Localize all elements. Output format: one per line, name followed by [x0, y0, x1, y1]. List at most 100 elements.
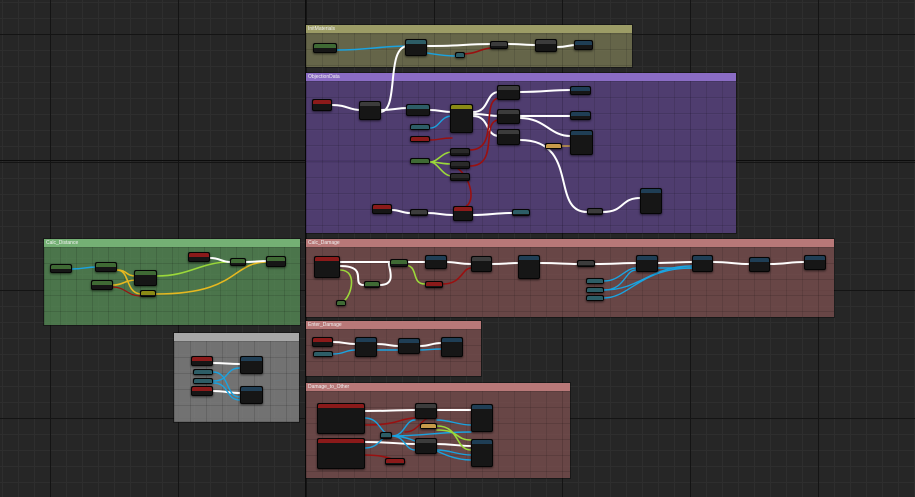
graph-node-function[interactable] — [91, 280, 113, 290]
wire-object — [332, 349, 356, 355]
wire-exec — [519, 117, 571, 137]
graph-node-event[interactable] — [314, 256, 340, 278]
graph-node-function[interactable] — [134, 270, 157, 286]
wire-exec — [491, 262, 519, 265]
graph-node-pure[interactable] — [230, 258, 246, 266]
graph-node-function[interactable] — [355, 337, 377, 357]
wire-object — [603, 267, 693, 299]
graph-node-pure[interactable] — [545, 143, 562, 149]
graph-node-function[interactable] — [749, 257, 770, 272]
wire-object — [336, 45, 409, 51]
wire-object — [429, 115, 453, 129]
graph-node-variable[interactable] — [313, 43, 337, 53]
wire-object — [419, 348, 442, 351]
graph-node-function[interactable] — [406, 104, 430, 116]
graph-node-function[interactable] — [240, 356, 263, 374]
graph-node-pure[interactable] — [390, 259, 408, 267]
graph-node-function[interactable] — [497, 85, 520, 100]
graph-node-event[interactable] — [191, 386, 213, 396]
graph-node-pure[interactable] — [450, 148, 470, 156]
graph-node-event[interactable] — [317, 438, 365, 469]
wire-object — [436, 449, 472, 456]
graph-node-function[interactable] — [453, 206, 473, 221]
graph-node-pure[interactable] — [450, 173, 470, 181]
graph-node-function[interactable] — [518, 255, 540, 279]
graph-node-function[interactable] — [425, 255, 447, 269]
graph-node-function[interactable] — [240, 386, 263, 404]
graph-node-event[interactable] — [312, 99, 332, 111]
wire-object — [391, 431, 472, 437]
graph-node-pure[interactable] — [455, 52, 465, 58]
graph-node-pure[interactable] — [364, 281, 380, 288]
wire-exec — [602, 197, 641, 213]
wire-exec — [472, 212, 513, 216]
graph-node-pure[interactable] — [512, 209, 530, 216]
graph-node-pure[interactable] — [410, 124, 430, 130]
graph-node-function[interactable] — [497, 109, 520, 124]
graph-node-event[interactable] — [188, 252, 210, 262]
graph-node-pure[interactable] — [385, 458, 405, 465]
graph-node-event[interactable] — [191, 356, 213, 366]
graph-node-pure[interactable] — [193, 369, 213, 375]
graph-node-pure[interactable] — [410, 136, 430, 142]
graph-node-pure[interactable] — [336, 300, 346, 306]
wire-float — [403, 264, 426, 285]
graph-node-pure[interactable] — [577, 260, 595, 267]
graph-node-pure[interactable] — [193, 378, 213, 384]
graph-node-function[interactable] — [415, 438, 437, 454]
graph-node-function[interactable] — [570, 86, 591, 95]
graph-node-function[interactable] — [574, 40, 593, 50]
graph-node-function[interactable] — [490, 41, 508, 49]
graph-node-pure[interactable] — [313, 351, 333, 357]
graph-node-pure[interactable] — [420, 423, 437, 429]
graph-node-function[interactable] — [570, 111, 591, 120]
graph-node-function[interactable] — [441, 337, 463, 357]
graph-node-function[interactable] — [471, 256, 492, 272]
wire-bool — [112, 286, 141, 297]
graph-node-function[interactable] — [636, 255, 658, 272]
graph-node-pure[interactable] — [410, 209, 428, 216]
wire-exec — [376, 343, 399, 347]
wire-object — [603, 267, 637, 282]
graph-node-pure[interactable] — [425, 281, 443, 288]
wire-exec — [245, 260, 269, 263]
graph-node-function[interactable] — [415, 403, 437, 419]
graph-node-event[interactable] — [317, 403, 365, 434]
graph-node-pure[interactable] — [380, 432, 392, 439]
graph-node-event[interactable] — [312, 337, 333, 347]
wire-exec — [419, 342, 442, 347]
graph-node-event[interactable] — [372, 204, 392, 214]
wire-exec — [446, 261, 472, 265]
wire-exec — [472, 91, 500, 113]
wire-exec — [427, 212, 454, 216]
graph-node-function[interactable] — [471, 404, 493, 432]
wire-object — [71, 266, 98, 270]
graph-node-function[interactable] — [398, 338, 420, 354]
graph-node-pure[interactable] — [586, 295, 604, 301]
graph-node-pure[interactable] — [586, 287, 604, 293]
wire-struct — [155, 261, 269, 295]
graph-node-function[interactable] — [266, 256, 286, 267]
wire-exec — [391, 209, 411, 214]
wire-float — [156, 261, 231, 277]
graph-node-variable[interactable] — [50, 264, 72, 273]
graph-node-function[interactable] — [405, 39, 427, 56]
graph-node-pure[interactable] — [587, 208, 603, 215]
graph-node-pure[interactable] — [410, 158, 430, 164]
graph-node-function[interactable] — [450, 104, 473, 133]
graph-node-function[interactable] — [497, 129, 520, 145]
graph-node-pure[interactable] — [586, 278, 604, 284]
wire-bool — [442, 267, 472, 285]
wire-object — [426, 52, 456, 57]
graph-node-function[interactable] — [95, 262, 117, 272]
graph-node-function[interactable] — [535, 39, 557, 52]
graph-node-function[interactable] — [692, 255, 713, 272]
wire-exec — [364, 441, 416, 445]
graph-node-function[interactable] — [359, 101, 381, 120]
graph-node-pure[interactable] — [450, 161, 470, 169]
graph-node-function[interactable] — [640, 188, 662, 214]
graph-node-function[interactable] — [570, 130, 593, 155]
graph-node-function[interactable] — [471, 439, 493, 467]
graph-node-function[interactable] — [804, 255, 826, 270]
graph-node-pure[interactable] — [140, 290, 156, 297]
